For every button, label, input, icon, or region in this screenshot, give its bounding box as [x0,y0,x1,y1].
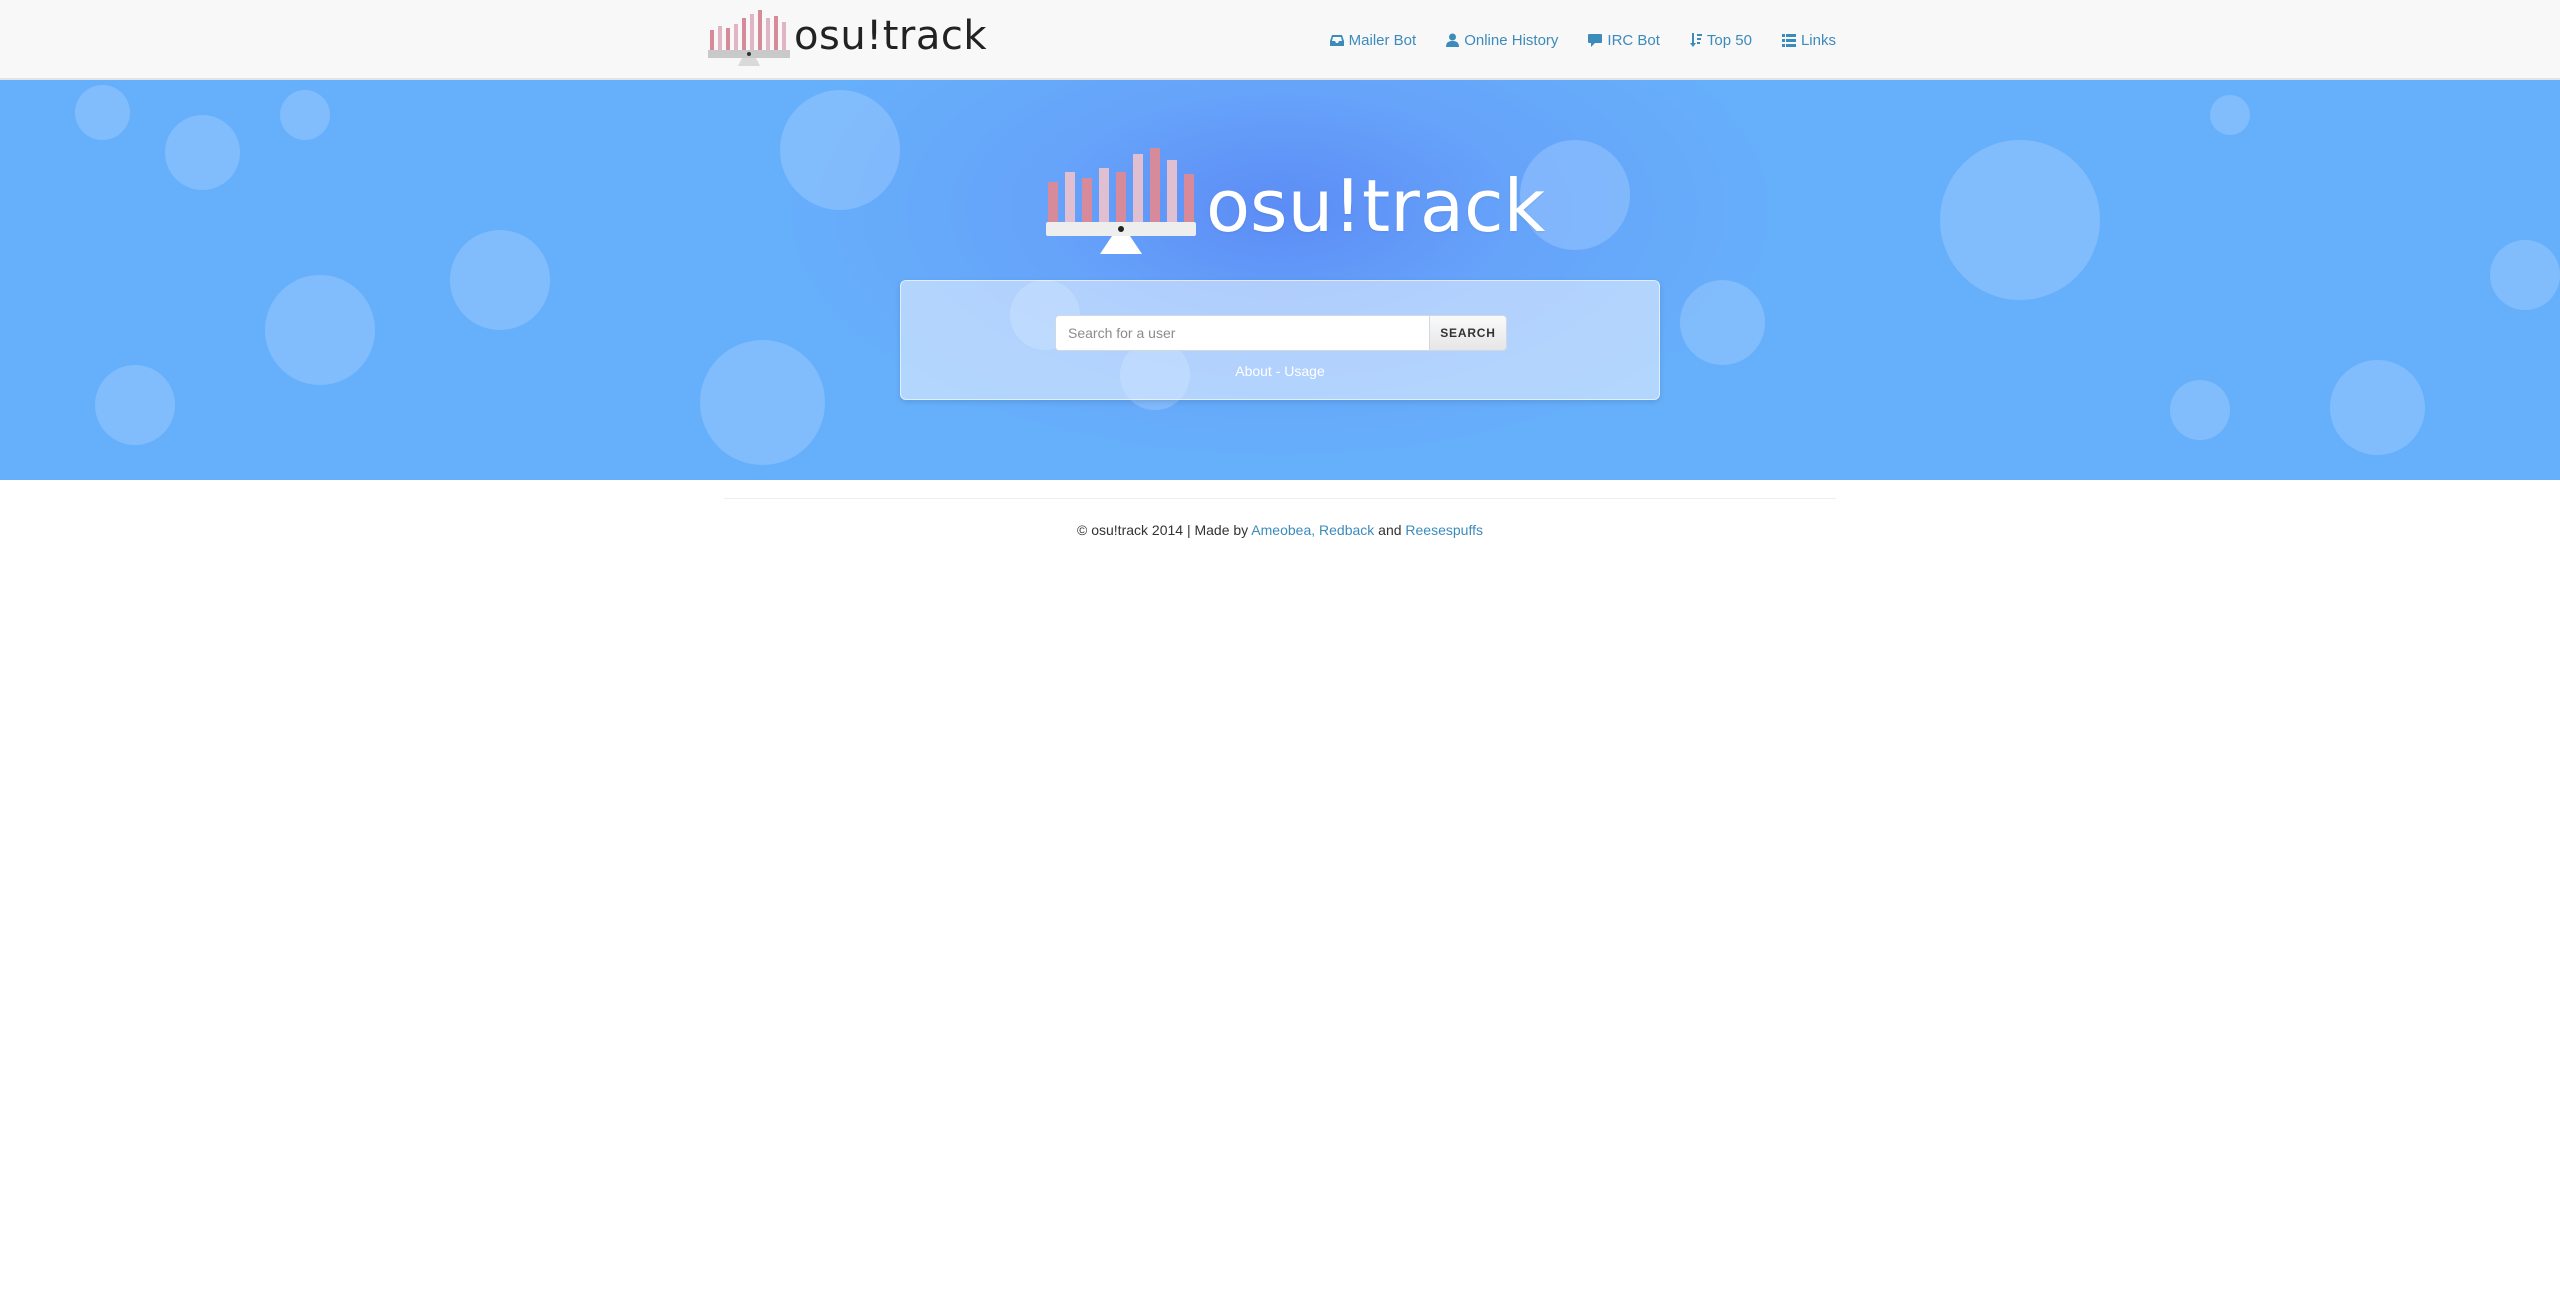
about-link[interactable]: About [1235,363,1272,379]
nav-links-menu[interactable]: Links [1781,31,1836,49]
background-bubble [2170,380,2230,440]
nav-online-history[interactable]: Online History [1446,32,1558,49]
search-form: SEARCH [1055,315,1507,351]
background-bubble [265,275,375,385]
background-bubble [450,230,550,330]
top-navbar: osu!track Mailer Bot Online History IRC … [0,0,2560,80]
footer: © osu!track 2014 | Made by Ameobea, Redb… [0,522,2560,538]
background-bubble [2490,240,2560,310]
hero-banner: osu!track SEARCH About - Usage [0,80,2560,480]
background-bubble [165,115,240,190]
about-usage-links: About - Usage [901,363,1659,379]
background-bubble [1680,280,1765,365]
nav-irc-bot-label: IRC Bot [1607,31,1660,49]
usage-link[interactable]: Usage [1284,363,1324,379]
background-bubble [95,365,175,445]
footer-author-link[interactable]: Ameobea, Redback [1251,522,1374,538]
logo-icon [1046,148,1196,254]
search-button[interactable]: SEARCH [1429,315,1507,351]
footer-author-link-2[interactable]: Reesespuffs [1405,522,1483,538]
list-icon [1781,33,1796,47]
search-input[interactable] [1055,315,1429,351]
nav-links: Mailer Bot Online History IRC Bot Top 50… [1329,0,1836,80]
comment-icon [1588,33,1603,47]
background-bubble [780,90,900,210]
background-bubble [1940,140,2100,300]
background-bubble [2330,360,2425,455]
footer-divider [724,498,1836,499]
link-separator: - [1275,363,1281,379]
logo-icon [708,10,790,66]
nav-top-50-label: Top 50 [1706,31,1752,49]
sort-icon [1689,33,1702,47]
background-bubble [280,90,330,140]
brand-link[interactable]: osu!track [708,6,987,70]
nav-online-history-label: Online History [1464,31,1559,49]
hero-title: osu!track [1206,164,1546,248]
nav-top-50[interactable]: Top 50 [1689,31,1752,49]
search-panel: SEARCH About - Usage [900,280,1660,400]
background-bubble [2210,95,2250,135]
user-icon [1446,33,1460,47]
nav-links-label: Links [1800,31,1836,49]
background-bubble [75,85,130,140]
nav-mailer-bot[interactable]: Mailer Bot [1329,31,1417,49]
hero-logo: osu!track [1046,146,1545,256]
nav-mailer-bot-label: Mailer Bot [1348,31,1417,49]
inbox-icon [1329,34,1344,46]
footer-and: and [1378,522,1402,538]
nav-irc-bot[interactable]: IRC Bot [1588,32,1660,49]
brand-title: osu!track [794,13,987,59]
background-bubble [700,340,825,465]
footer-copyright: © osu!track 2014 | Made by [1077,522,1249,538]
